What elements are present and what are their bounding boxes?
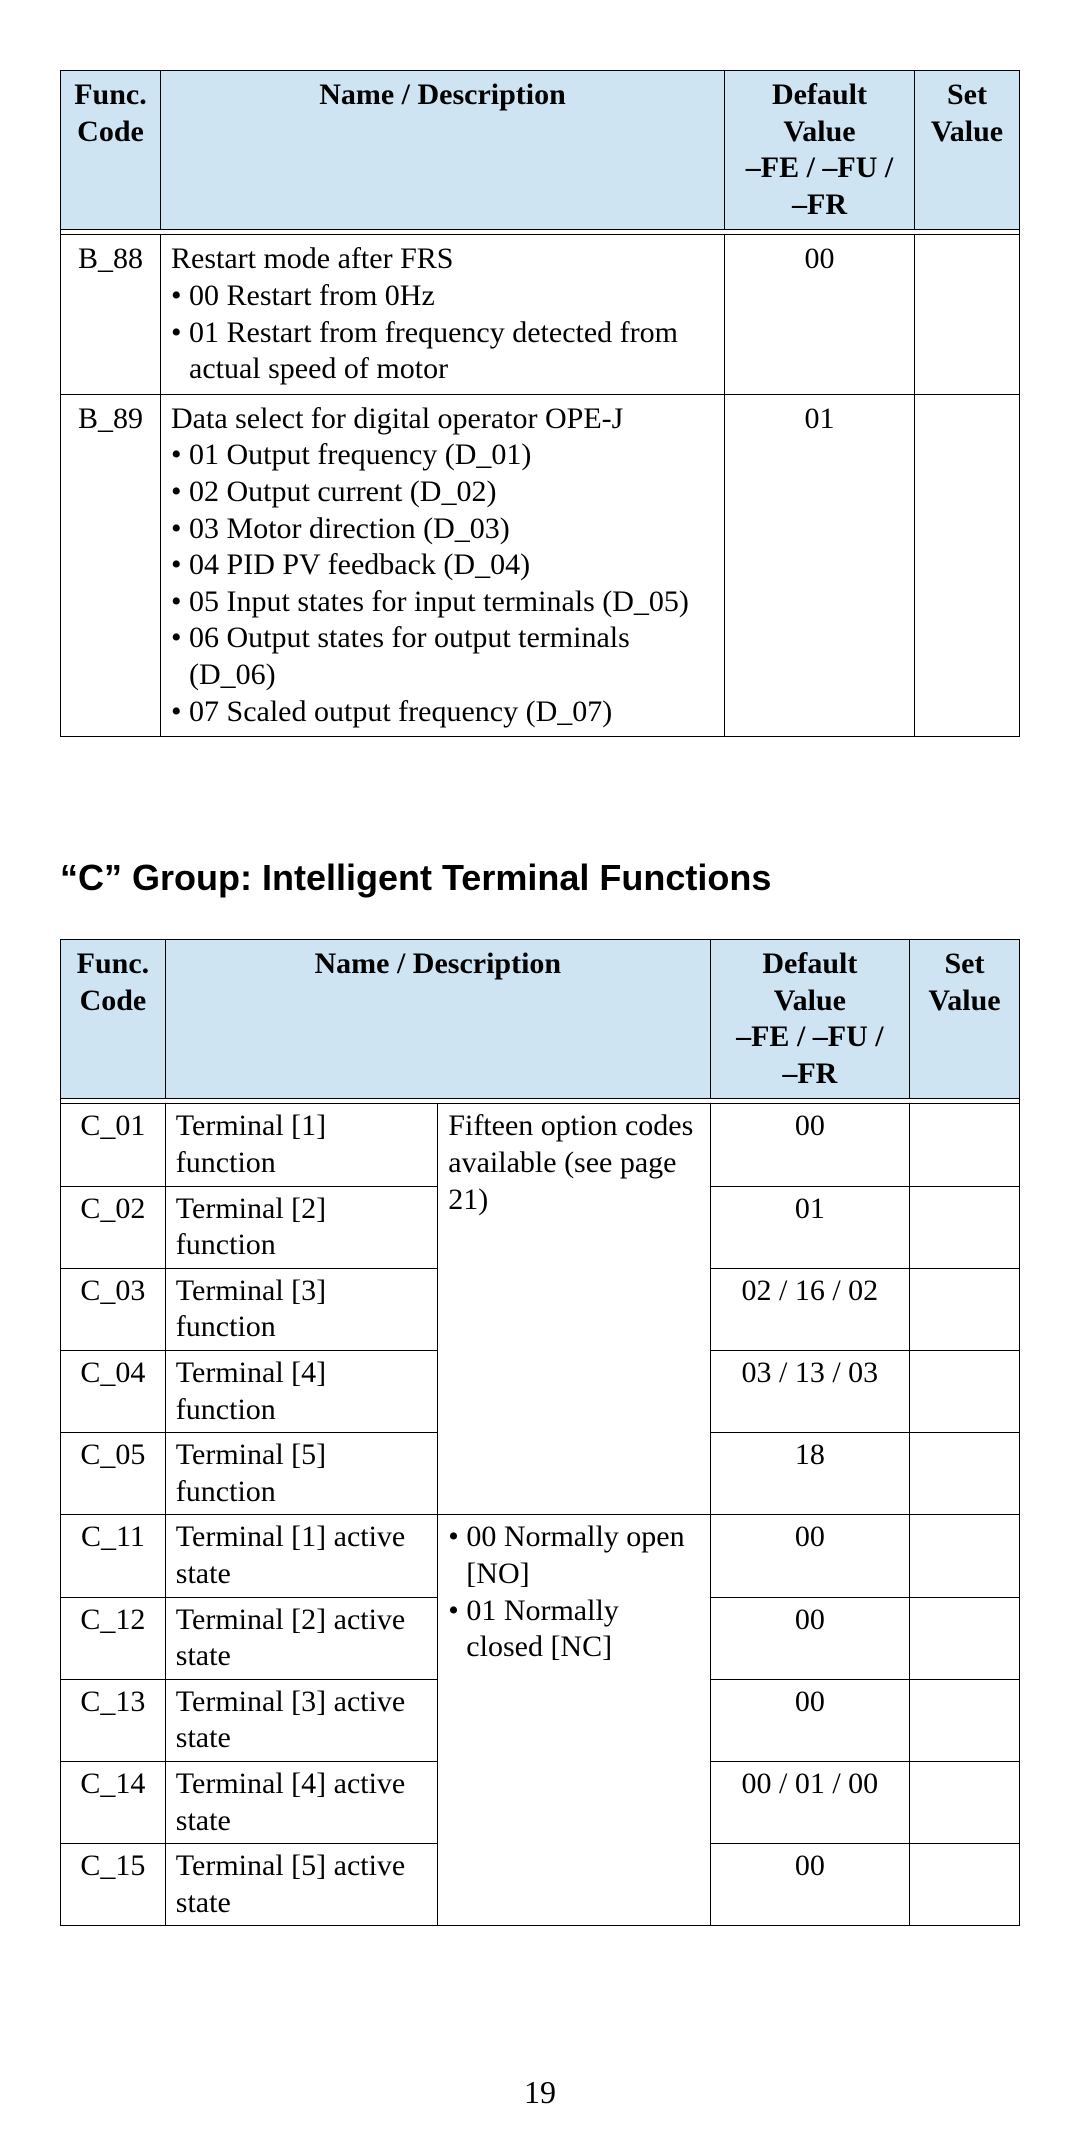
cell-name: Terminal [2] function [165,1186,438,1268]
cell-code: C_11 [61,1515,166,1597]
cell-name: Terminal [1] function [165,1104,438,1186]
th-default: DefaultValue–FE / –FU /–FR [710,940,909,1099]
table-row: C_11 Terminal [1] active state 00 Normal… [61,1515,1020,1597]
cell-name: Terminal [1] active state [165,1515,438,1597]
th-set: Set Value [909,940,1019,1099]
cell-default: 03 / 13 / 03 [710,1351,909,1433]
th-default: DefaultValue–FE / –FU /–FR [725,71,915,230]
cell-code: C_05 [61,1433,166,1515]
cell-name: Terminal [2] active state [165,1597,438,1679]
table-row: B_89 Data select for digital operator OP… [61,394,1020,736]
cell-code: C_15 [61,1844,166,1926]
cell-name: Terminal [4] function [165,1351,438,1433]
cell-name: Terminal [5] function [165,1433,438,1515]
cell-set [909,1515,1019,1597]
cell-name: Terminal [5] active state [165,1844,438,1926]
cell-code: C_02 [61,1186,166,1268]
cell-default: 00 [710,1515,909,1597]
cell-default: 00 [710,1104,909,1186]
cell-code: C_12 [61,1597,166,1679]
cell-set [909,1433,1019,1515]
cell-code: B_89 [61,394,161,736]
cell-set [909,1186,1019,1268]
section-heading: “C” Group: Intelligent Terminal Function… [60,857,1020,899]
cell-desc: Data select for digital operator OPE-J 0… [161,394,725,736]
cell-default: 00 [710,1844,909,1926]
cell-default: 01 [710,1186,909,1268]
cell-default: 02 / 16 / 02 [710,1268,909,1350]
cell-desc: Restart mode after FRS 00 Restart from 0… [161,235,725,394]
table1-body: B_88 Restart mode after FRS 00 Restart f… [61,230,1020,737]
cell-code: C_14 [61,1761,166,1843]
cell-code: C_13 [61,1679,166,1761]
cell-set [909,1104,1019,1186]
page-number: 19 [0,2074,1080,2111]
cell-set [915,235,1020,394]
cell-shared-desc-b: 00 Normally open [NO] 01 Normally closed… [438,1515,711,1926]
table-row: C_01 Terminal [1] function Fifteen optio… [61,1104,1020,1186]
cell-set [915,394,1020,736]
th-func-code: Func. Code [61,71,161,230]
th-set: Set Value [915,71,1020,230]
cell-set [909,1761,1019,1843]
cell-name: Terminal [4] active state [165,1761,438,1843]
cell-name: Terminal [3] function [165,1268,438,1350]
cell-code: B_88 [61,235,161,394]
cell-default: 00 [725,235,915,394]
th-func-code: Func. Code [61,940,166,1099]
table-row: B_88 Restart mode after FRS 00 Restart f… [61,235,1020,394]
cell-set [909,1268,1019,1350]
cell-default: 00 / 01 / 00 [710,1761,909,1843]
table-c-group: Func. Code Name / Description DefaultVal… [60,939,1020,1926]
cell-shared-desc-a: Fifteen option codes available (see page… [438,1104,711,1515]
cell-default: 18 [710,1433,909,1515]
cell-code: C_01 [61,1104,166,1186]
cell-default: 00 [710,1679,909,1761]
cell-name: Terminal [3] active state [165,1679,438,1761]
cell-set [909,1597,1019,1679]
cell-set [909,1679,1019,1761]
table-b-group: Func. Code Name / Description DefaultVal… [60,70,1020,737]
cell-default: 00 [710,1597,909,1679]
cell-set [909,1351,1019,1433]
th-name-desc: Name / Description [165,940,710,1099]
cell-code: C_04 [61,1351,166,1433]
cell-set [909,1844,1019,1926]
th-name-desc: Name / Description [161,71,725,230]
cell-default: 01 [725,394,915,736]
cell-code: C_03 [61,1268,166,1350]
